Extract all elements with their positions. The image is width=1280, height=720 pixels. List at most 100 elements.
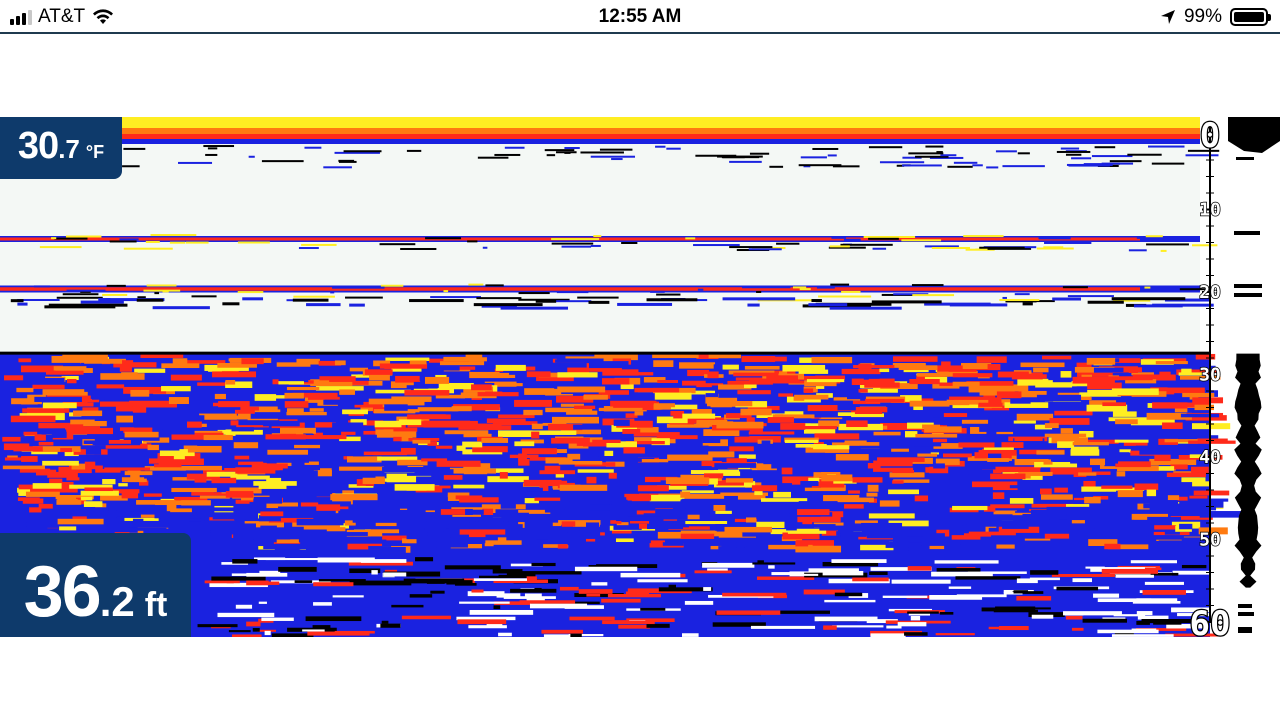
bottom-return xyxy=(623,447,645,454)
surface-noise xyxy=(1056,150,1091,153)
bottom-return xyxy=(636,427,659,433)
bottom-return xyxy=(962,525,981,531)
bottom-return xyxy=(162,429,195,435)
layer-noise xyxy=(482,246,488,249)
bottom-return xyxy=(1014,437,1043,442)
deep-noise xyxy=(529,603,588,609)
deep-noise xyxy=(834,592,863,597)
bottom-return xyxy=(917,373,949,377)
layer-noise xyxy=(293,295,335,298)
bottom-return xyxy=(263,543,302,550)
bottom-return xyxy=(400,447,416,455)
bottom-return xyxy=(309,408,324,412)
bottom-return xyxy=(1040,494,1073,500)
surface-noise xyxy=(1065,153,1082,156)
sonar-display[interactable]: 0 10 20 30 40 50 60 xyxy=(0,117,1280,637)
bottom-return xyxy=(601,378,630,385)
bottom-return xyxy=(939,540,961,545)
bottom-return xyxy=(421,458,448,462)
layer-noise xyxy=(65,235,102,238)
deep-noise xyxy=(907,566,932,571)
bottom-return xyxy=(406,532,428,540)
bottom-return xyxy=(339,389,356,395)
bottom-return xyxy=(1071,520,1085,524)
deep-noise xyxy=(312,625,331,629)
bottom-return xyxy=(73,410,103,417)
bottom-return xyxy=(637,485,669,492)
deep-noise xyxy=(541,629,583,634)
bottom-return xyxy=(104,467,151,471)
bottom-return xyxy=(797,509,830,516)
deep-noise xyxy=(586,593,601,597)
deep-noise xyxy=(931,571,993,577)
layer-noise xyxy=(379,243,416,246)
surface-noise xyxy=(205,153,218,156)
deep-noise xyxy=(956,594,1007,598)
surface-noise xyxy=(504,146,525,149)
deep-noise xyxy=(261,617,294,621)
bottom-return xyxy=(433,366,460,371)
layer-noise xyxy=(999,299,1040,302)
layer-noise xyxy=(551,238,600,241)
bottom-return xyxy=(743,384,757,389)
layer-noise xyxy=(66,289,106,292)
deep-noise xyxy=(591,582,608,586)
surface-noise xyxy=(248,155,255,158)
bottom-return xyxy=(1016,413,1054,421)
layer-noise xyxy=(152,306,210,310)
bottom-return xyxy=(469,357,487,362)
bottom-return xyxy=(124,431,159,438)
bottom-return xyxy=(176,521,202,527)
surface-noise xyxy=(1071,157,1092,160)
depth-badge: 36 .2 ft xyxy=(0,533,191,637)
deep-noise xyxy=(231,634,262,637)
layer-noise xyxy=(554,300,592,303)
bottom-return xyxy=(1002,524,1029,529)
layer-noise xyxy=(829,306,902,310)
bottom-return xyxy=(864,382,900,388)
bottom-return xyxy=(316,504,341,511)
layer-noise xyxy=(80,300,124,304)
surface-noise xyxy=(477,156,509,159)
bottom-return xyxy=(781,467,793,475)
layer-noise xyxy=(1087,300,1124,304)
deep-noise xyxy=(559,586,579,591)
layer-noise xyxy=(911,284,944,287)
bottom-return xyxy=(1167,495,1180,501)
bottom-return xyxy=(586,476,597,484)
bottom-return xyxy=(939,519,967,525)
layer-noise xyxy=(747,303,760,307)
deep-noise xyxy=(430,590,445,594)
surface-noise xyxy=(564,147,580,150)
bottom-return xyxy=(1139,448,1178,455)
bottom-return xyxy=(784,439,819,443)
layer-noise xyxy=(154,292,160,295)
bottom-return xyxy=(1192,481,1211,487)
bottom-return xyxy=(1094,526,1113,533)
bottom-return xyxy=(275,470,318,477)
bottom-return xyxy=(670,461,698,466)
bottom-return xyxy=(715,510,732,514)
deep-noise xyxy=(824,599,876,603)
bottom-return xyxy=(207,520,235,527)
layer-noise xyxy=(756,290,762,293)
surface-noise xyxy=(879,161,925,164)
bottom-return xyxy=(929,545,945,550)
layer-noise xyxy=(799,288,811,291)
bottom-return xyxy=(119,366,132,372)
bottom-return xyxy=(339,466,384,471)
bottom-return xyxy=(444,430,489,435)
layer-noise xyxy=(818,295,872,298)
bottom-return xyxy=(263,456,309,463)
bottom-return xyxy=(1162,422,1183,430)
bottom-return xyxy=(1177,496,1188,501)
bottom-return xyxy=(265,434,306,440)
deep-noise xyxy=(380,623,401,628)
bottom-return xyxy=(51,431,67,438)
sonar-chart[interactable]: 0 10 20 30 40 50 60 xyxy=(0,117,1280,637)
deep-noise xyxy=(469,609,534,615)
deep-noise xyxy=(252,628,260,632)
deep-noise xyxy=(1030,570,1059,575)
deep-noise xyxy=(228,630,251,633)
deep-noise xyxy=(444,565,501,570)
